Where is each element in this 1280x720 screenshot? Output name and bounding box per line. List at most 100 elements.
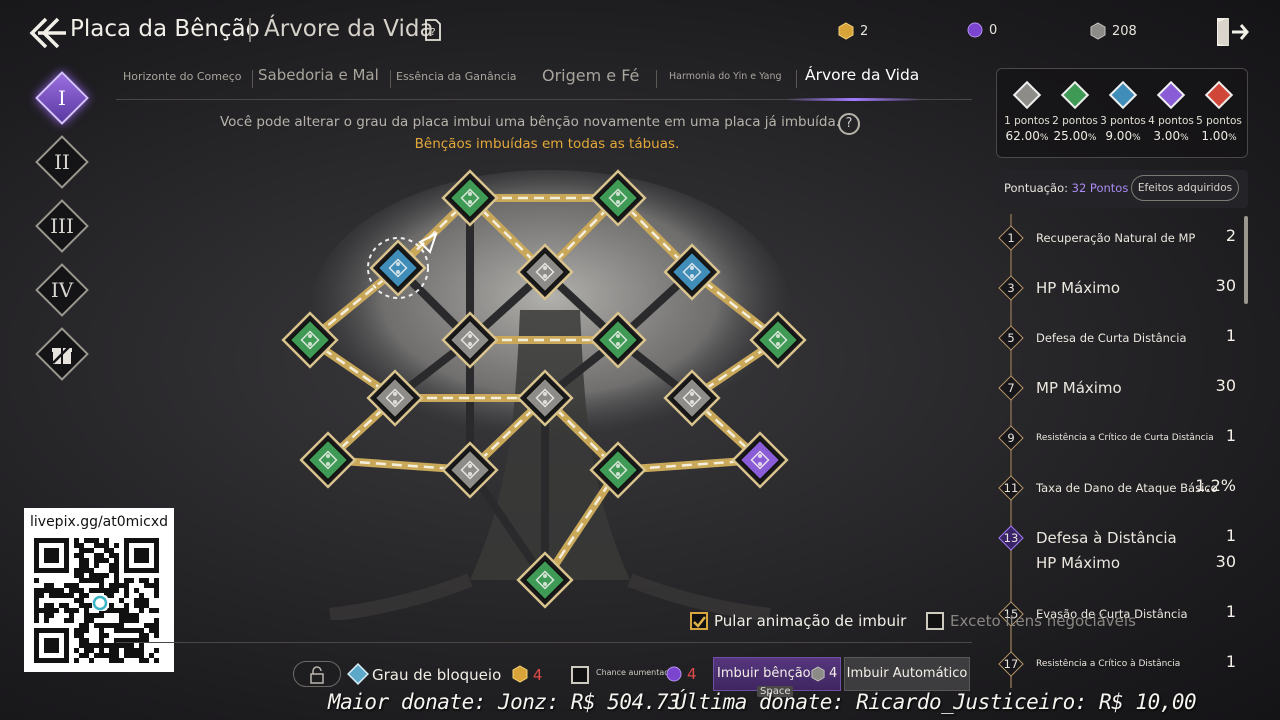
effect-level: 17 xyxy=(1003,657,1019,671)
page-subtitle: Árvore da Vida xyxy=(264,16,434,42)
tab-essencia-da-ganancia[interactable]: Essência da Ganância xyxy=(396,70,517,83)
rarity-1-gem-icon xyxy=(1012,80,1042,110)
effect-name: Taxa de Dano de Ataque Básico xyxy=(1036,481,1218,495)
rarity-3-points: 3 pontos xyxy=(1100,115,1146,127)
gift-icon xyxy=(52,344,72,364)
gold-coin-icon xyxy=(838,22,854,40)
bottom-divider xyxy=(116,642,972,643)
rarity-4-gem-icon xyxy=(1156,80,1186,110)
tab-divider xyxy=(390,70,391,88)
skip-animation-label: Pular animação de imbuir xyxy=(714,612,907,630)
auto-imbue-button[interactable]: Imbuir Automático xyxy=(844,657,970,691)
effect-value: 30 xyxy=(1215,276,1236,295)
tab-origem-e-fe[interactable]: Origem e Fé xyxy=(542,66,639,85)
effect-value: 1.2% xyxy=(1195,476,1236,495)
effect-row: 11 Taxa de Dano de Ataque Básico 1.2% xyxy=(996,464,1246,514)
chance-cost: 4 xyxy=(666,665,697,683)
document-icon[interactable]: ? xyxy=(424,19,442,41)
tab-sabedoria-e-mal[interactable]: Sabedoria e Mal xyxy=(258,66,379,84)
lock-icon xyxy=(310,666,324,684)
rarity-2-chance: 25.00% xyxy=(1053,129,1097,143)
imbue-blessing-cost: 4 xyxy=(829,666,838,681)
effect-row: 3 HP Máximo 30 xyxy=(996,264,1246,314)
exit-icon[interactable] xyxy=(1214,16,1250,48)
tab-arvore-da-vida[interactable]: Árvore da Vida xyxy=(805,66,919,84)
lock-grade-cost: 4 xyxy=(532,666,543,684)
rarity-3: 3 pontos 9.00% xyxy=(1099,77,1147,143)
effect-level-badge: 11 xyxy=(998,475,1024,501)
tier-3-label: III xyxy=(50,214,74,238)
chance-increase-label: Chance aumentada xyxy=(596,668,675,677)
effect-name: HP Máximo xyxy=(1036,554,1121,572)
gold-count: 2 xyxy=(860,23,869,39)
rarity-2-points: 2 pontos xyxy=(1052,115,1098,127)
effect-value: 1 xyxy=(1225,426,1236,445)
board-instruction: Você pode alterar o grau da placa imbui … xyxy=(219,114,841,130)
acquired-effects-button[interactable]: Efeitos adquiridos xyxy=(1131,175,1239,201)
effect-name: Resistência a Crítico à Distância xyxy=(1036,659,1181,669)
lock-toggle[interactable] xyxy=(293,661,341,687)
gem-count: 0 xyxy=(989,22,998,38)
blessing-board xyxy=(281,169,807,620)
effect-level: 3 xyxy=(1007,281,1015,295)
rarity-4-chance: 3.00% xyxy=(1153,129,1189,143)
effect-level: 7 xyxy=(1007,381,1015,395)
page-title: Placa da Bênção xyxy=(70,16,260,42)
rarity-3-gem-icon xyxy=(1108,80,1138,110)
chance-increase-checkbox[interactable] xyxy=(571,666,589,684)
tier-2-label: II xyxy=(54,150,70,174)
effect-value: 30 xyxy=(1215,552,1236,571)
rarity-5-chance: 1.00% xyxy=(1201,129,1237,143)
tier-1-label: I xyxy=(58,86,66,110)
tier-3-button[interactable]: III xyxy=(35,199,89,253)
effect-row: 7 MP Máximo 30 xyxy=(996,364,1246,414)
board-status: Bênçãos imbuídas em todas as tábuas. xyxy=(414,136,680,152)
rarity-3-chance: 9.00% xyxy=(1105,129,1141,143)
purple-gem-icon xyxy=(666,666,682,682)
rarity-2-gem-icon xyxy=(1060,80,1090,110)
effect-level: 5 xyxy=(1007,331,1015,345)
effect-row: 13 Defesa à Distância 1 HP Máximo 30 xyxy=(996,514,1246,590)
check-icon xyxy=(693,616,706,628)
rarity-5: 5 pontos 1.00% xyxy=(1195,77,1243,143)
stone-currency: 208 xyxy=(1090,22,1137,40)
score-display: Pontuação: 32 Pontos xyxy=(1004,181,1128,195)
top-donation-text: Maior donate: Jonz: R$ 504.73 xyxy=(328,690,681,714)
silver-stone-icon xyxy=(811,666,825,682)
title-divider xyxy=(249,18,251,42)
except-tradeable-checkbox[interactable] xyxy=(926,612,944,630)
tab-harmonia-do-yin-e-yang[interactable]: Harmonia do Yin e Yang xyxy=(669,71,782,82)
effect-name: MP Máximo xyxy=(1036,379,1122,397)
svg-text:?: ? xyxy=(430,27,435,38)
effect-name: Defesa à Distância xyxy=(1036,529,1177,547)
effect-level: 13 xyxy=(1003,531,1019,545)
effects-scrollbar[interactable] xyxy=(1244,216,1248,304)
tier-2-button[interactable]: II xyxy=(35,135,89,189)
effect-level-badge: 17 xyxy=(998,651,1024,677)
except-tradeable-option[interactable]: Exceto itens negociáveis xyxy=(926,612,1136,630)
back-arrow-icon[interactable] xyxy=(28,16,68,50)
lock-grade: Grau de bloqueio 4 xyxy=(372,665,542,684)
lock-grade-label: Grau de bloqueio xyxy=(372,666,502,684)
tab-divider xyxy=(656,70,657,88)
active-tab-indicator xyxy=(786,98,922,101)
tier-4-button[interactable]: IV xyxy=(35,263,89,317)
purple-gem-icon xyxy=(967,22,983,38)
help-icon[interactable]: ? xyxy=(838,113,860,135)
tier-1-button[interactable]: I xyxy=(35,71,89,125)
effect-row: 9 Resistência a Crítico de Curta Distânci… xyxy=(996,414,1246,464)
tab-horizonte-do-comeco[interactable]: Horizonte do Começo xyxy=(123,70,242,83)
tab-divider xyxy=(796,70,797,88)
effect-level-badge: 9 xyxy=(998,425,1024,451)
tier-4-label: IV xyxy=(50,278,74,302)
skip-animation-option[interactable]: Pular animação de imbuir xyxy=(690,612,906,630)
gift-button[interactable] xyxy=(35,327,89,381)
rarity-1-points: 1 pontos xyxy=(1004,115,1050,127)
effect-level-badge: 7 xyxy=(998,375,1024,401)
stone-count: 208 xyxy=(1112,23,1137,39)
effect-value: 1 xyxy=(1225,526,1236,545)
skip-animation-checkbox[interactable] xyxy=(690,612,708,630)
rarity-4: 4 pontos 3.00% xyxy=(1147,77,1195,143)
except-tradeable-label: Exceto itens negociáveis xyxy=(950,612,1136,630)
effect-level-badge: 13 xyxy=(998,525,1024,551)
